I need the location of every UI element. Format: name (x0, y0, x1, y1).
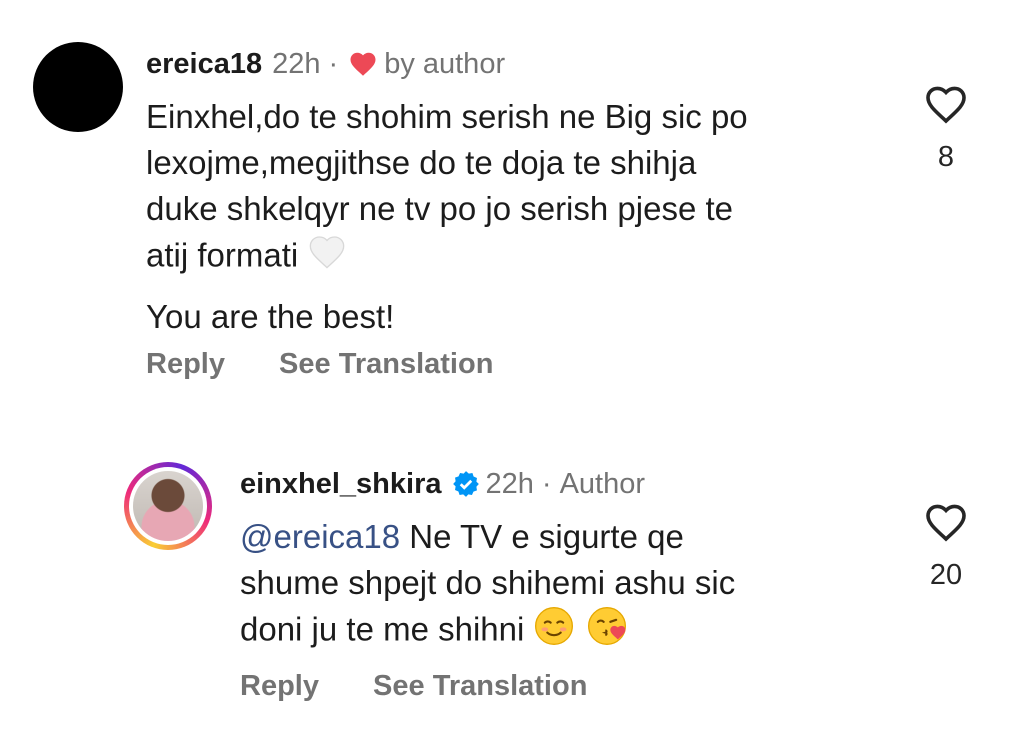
comment-1-text: Einxhel,do te shohim serish ne Big sic p… (146, 94, 748, 340)
liked-by-author-heart-icon (348, 49, 378, 79)
comment-1-line-4-text: atij formati (146, 236, 299, 274)
reply-button[interactable]: Reply (146, 348, 225, 380)
see-translation-button[interactable]: See Translation (279, 348, 493, 380)
white-heart-emoji (307, 232, 347, 284)
comment-1-time: 22h (272, 48, 321, 80)
mention-link[interactable]: @ereica18 (240, 518, 400, 555)
avatar-ereica18[interactable] (33, 42, 123, 132)
like-count: 8 (937, 141, 955, 173)
verified-icon (452, 470, 480, 498)
comment-1-meta: ereica18 22h · by author (146, 46, 505, 82)
comment-2-line-2: shume shpejt do shihemi ashu sic (240, 564, 736, 601)
author-label: Author (559, 468, 646, 500)
smiling-face-emoji (534, 606, 574, 658)
face-blowing-kiss-emoji (587, 606, 627, 658)
username-einxhel-shkira[interactable]: einxhel_shkira (240, 466, 442, 502)
like-heart-icon[interactable] (922, 86, 970, 132)
like-count: 20 (929, 559, 963, 591)
comment-2-line-3-text: doni ju te me shihni (240, 610, 525, 648)
comment-2-text: @ereica18 Ne TV e sigurte qe shume shpej… (240, 514, 735, 658)
comment-1-dot: · (328, 48, 339, 80)
avatar-einxhel-shkira[interactable] (124, 462, 212, 550)
comment-2-line-3: doni ju te me shihni (240, 606, 735, 658)
comment-2-meta: einxhel_shkira 22h · Author (240, 466, 645, 502)
comment-1-line-4: atij formati (146, 232, 748, 284)
comment-1-line-2: lexojme,megjithse do te doja te shihja (146, 144, 697, 181)
username-ereica18[interactable]: ereica18 (146, 46, 262, 82)
like-heart-icon[interactable] (922, 504, 970, 550)
comment-2-line-1-text: Ne TV e sigurte qe (409, 518, 684, 555)
by-author-label: by author (384, 48, 506, 80)
comment-1-like: 8 (916, 80, 976, 174)
reply-button[interactable]: Reply (240, 670, 319, 702)
see-translation-button[interactable]: See Translation (373, 670, 587, 702)
comment-1-line-3: duke shkelqyr ne tv po jo serish pjese t… (146, 190, 733, 227)
comment-2-actions: Reply See Translation (240, 670, 633, 703)
comment-2-like: 20 (916, 498, 976, 592)
comment-2-dot: · (541, 468, 552, 500)
comment-2-time: 22h (485, 468, 534, 500)
comment-1-line-1: Einxhel,do te shohim serish ne Big sic p… (146, 98, 748, 135)
profile-photo (133, 471, 203, 541)
comment-1-second-paragraph: You are the best! (146, 298, 395, 335)
comment-2-line-1: @ereica18 Ne TV e sigurte qe (240, 514, 735, 560)
comment-1-actions: Reply See Translation (146, 348, 539, 381)
